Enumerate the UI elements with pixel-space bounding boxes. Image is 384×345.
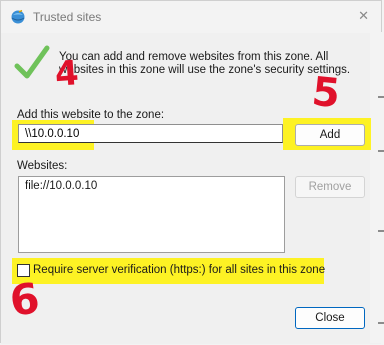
websites-label: Websites: — [17, 160, 68, 172]
background-window-edge — [370, 32, 384, 343]
close-button[interactable]: Close — [295, 307, 365, 329]
background-edge-mark — [378, 322, 384, 324]
background-edge-mark — [378, 150, 384, 152]
title-close-icon[interactable]: ✕ — [358, 8, 369, 24]
add-website-label: Add this website to the zone: — [17, 109, 165, 121]
background-edge-mark — [378, 230, 384, 232]
remove-button[interactable]: Remove — [295, 176, 365, 198]
server-verification-label[interactable]: Require server verification (https:) for… — [33, 264, 325, 276]
annotation-five: 5 — [309, 68, 343, 118]
annotation-four: 4 — [53, 53, 81, 95]
add-button[interactable]: Add — [295, 124, 365, 146]
background-edge-mark — [378, 96, 384, 98]
window-title: Trusted sites — [33, 10, 102, 24]
website-url-input[interactable] — [18, 124, 283, 143]
green-check-icon — [14, 45, 50, 79]
list-item[interactable]: file://10.0.0.10 — [25, 180, 97, 192]
title-bar: Trusted sites ✕ — [1, 1, 381, 33]
internet-options-icon — [11, 9, 25, 24]
websites-list[interactable]: file://10.0.0.10 — [18, 176, 285, 253]
